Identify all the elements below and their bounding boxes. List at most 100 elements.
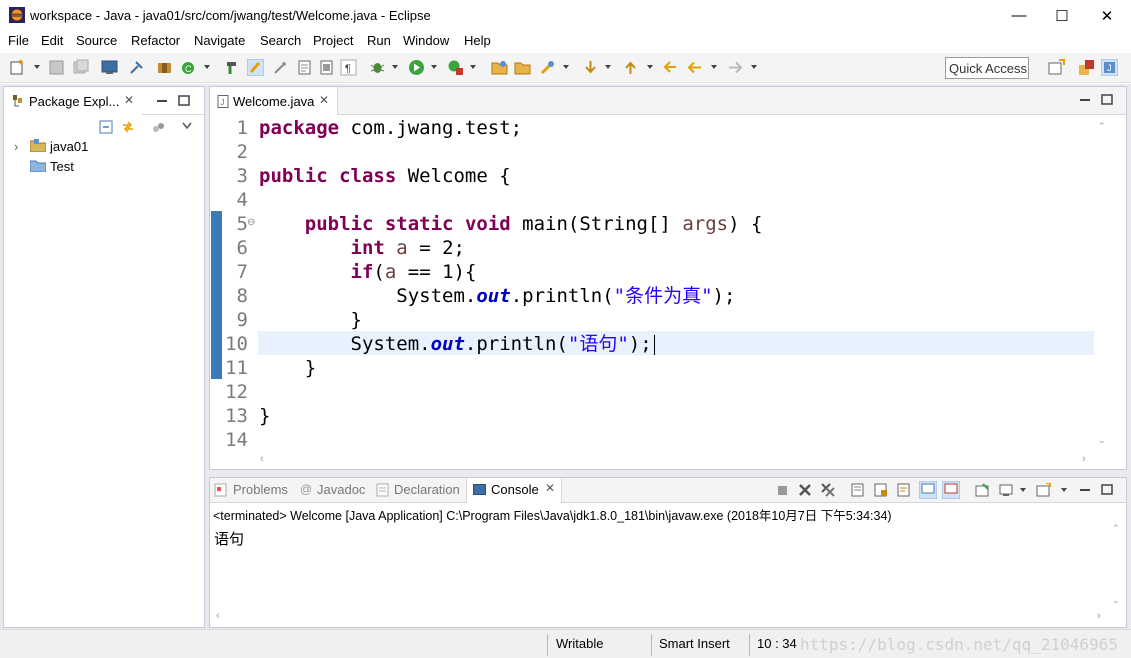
tab-package-explorer[interactable]: Package Expl... ✕ [4, 87, 142, 115]
word-wrap-icon[interactable] [897, 483, 911, 497]
java-ee-perspective-icon[interactable] [1078, 59, 1095, 76]
chevron-down-icon[interactable] [431, 65, 437, 69]
code-line-7[interactable]: if(a == 1){ [259, 260, 477, 284]
clear-console-icon[interactable] [851, 483, 865, 497]
scroll-up-icon[interactable]: ⌃ [1098, 121, 1106, 132]
pin-icon[interactable] [128, 59, 145, 76]
chevron-down-icon[interactable] [1061, 488, 1067, 492]
debug-icon[interactable] [369, 59, 386, 76]
back-arrow-icon[interactable] [686, 59, 703, 76]
save-icon[interactable] [48, 59, 65, 76]
menu-file[interactable]: File [8, 33, 29, 48]
menu-edit[interactable]: Edit [41, 33, 63, 48]
maximize-view-icon[interactable] [1101, 484, 1113, 496]
remove-all-terminated-icon[interactable] [820, 482, 836, 498]
close-icon[interactable]: ✕ [124, 93, 134, 107]
close-icon[interactable]: ✕ [545, 481, 555, 495]
tab-declaration[interactable]: Declaration [394, 482, 460, 497]
vertical-scrollbar[interactable]: ⌃ ⌄ [1096, 117, 1110, 452]
show-on-stderr-icon[interactable] [942, 481, 960, 499]
chevron-down-icon[interactable] [751, 65, 757, 69]
menu-refactor[interactable]: Refactor [131, 33, 180, 48]
menu-project[interactable]: Project [313, 33, 353, 48]
chevron-down-icon[interactable] [605, 65, 611, 69]
brush-icon[interactable] [272, 59, 289, 76]
chevron-down-icon[interactable] [711, 65, 717, 69]
document-icon[interactable] [296, 59, 313, 76]
open-console-icon[interactable] [1036, 483, 1051, 497]
collapse-all-icon[interactable] [99, 120, 113, 134]
remove-launch-icon[interactable] [798, 483, 812, 497]
status-insert-mode[interactable]: Smart Insert [659, 636, 730, 651]
open-type-icon[interactable] [225, 59, 242, 76]
package-icon[interactable] [156, 59, 173, 76]
menu-help[interactable]: Help [464, 33, 491, 48]
next-annotation-icon[interactable] [582, 59, 599, 76]
horizontal-scrollbar[interactable]: ‹ › [258, 453, 1096, 467]
console-vertical-scrollbar[interactable]: ⌃ ⌄ [1109, 523, 1125, 609]
chevron-down-icon[interactable] [34, 65, 40, 69]
chevron-down-icon[interactable] [204, 65, 210, 69]
open-perspective-icon[interactable] [1048, 59, 1065, 76]
tree-item-test[interactable]: Test [50, 159, 74, 174]
tree-item-java01[interactable]: java01 [50, 139, 88, 154]
maximize-view-icon[interactable] [1101, 94, 1113, 106]
focus-task-icon[interactable] [152, 121, 166, 134]
scroll-lock-icon[interactable] [874, 483, 888, 497]
chevron-down-icon[interactable] [1020, 488, 1026, 492]
menu-run[interactable]: Run [367, 33, 391, 48]
code-line-3[interactable]: public class Welcome { [259, 164, 511, 188]
maximize-view-icon[interactable] [178, 95, 190, 107]
fold-toggle-icon[interactable]: ⊖ [247, 217, 255, 228]
terminate-icon[interactable] [776, 484, 789, 497]
scroll-down-icon[interactable]: ⌄ [1098, 435, 1106, 446]
show-whitespace-icon[interactable]: ¶ [340, 59, 357, 76]
tab-welcome-java[interactable]: J Welcome.java ✕ [210, 87, 338, 115]
prev-annotation-icon[interactable] [622, 59, 639, 76]
scroll-left-icon[interactable]: ‹ [260, 453, 264, 465]
block-selection-icon[interactable] [318, 59, 335, 76]
show-on-stdout-icon[interactable] [919, 481, 937, 499]
code-line-11[interactable]: } [259, 356, 316, 380]
scroll-down-icon[interactable]: ⌄ [1112, 595, 1120, 606]
minimize-view-icon[interactable] [1079, 94, 1091, 106]
code-line-10[interactable]: System.out.println("语句"); [259, 332, 655, 356]
menu-window[interactable]: Window [403, 33, 449, 48]
open-folder-icon[interactable] [491, 59, 508, 76]
quick-access-input[interactable]: Quick Access [945, 57, 1029, 79]
minimize-view-icon[interactable] [156, 95, 168, 107]
menu-source[interactable]: Source [76, 33, 117, 48]
minimize-view-icon[interactable] [1079, 484, 1091, 496]
console-horizontal-scrollbar[interactable]: ‹ › [212, 610, 1109, 625]
link-with-editor-icon[interactable] [121, 120, 135, 134]
run-icon[interactable] [408, 59, 425, 76]
search-icon[interactable] [539, 59, 556, 76]
pin-console-icon[interactable] [975, 483, 990, 497]
last-edit-icon[interactable] [662, 59, 679, 76]
scroll-right-icon[interactable]: › [1097, 610, 1101, 622]
chevron-down-icon[interactable] [392, 65, 398, 69]
tab-problems[interactable]: Problems [233, 482, 288, 497]
chevron-down-icon[interactable] [470, 65, 476, 69]
console-output[interactable]: 语句 [214, 528, 244, 549]
close-button[interactable]: ✕ [1084, 0, 1130, 31]
code-line-5[interactable]: public static void main(String[] args) { [259, 212, 763, 236]
scroll-left-icon[interactable]: ‹ [216, 610, 220, 622]
menu-search[interactable]: Search [260, 33, 301, 48]
minimize-button[interactable]: — [996, 0, 1042, 31]
code-line-9[interactable]: } [259, 308, 362, 332]
display-console-icon[interactable] [999, 483, 1014, 497]
folder-icon[interactable] [514, 59, 531, 76]
new-icon[interactable] [9, 59, 26, 76]
new-class-icon[interactable]: C [180, 59, 197, 76]
chevron-down-icon[interactable] [647, 65, 653, 69]
tab-console[interactable]: Console ✕ [466, 478, 562, 503]
chevron-down-icon[interactable] [563, 65, 569, 69]
external-tools-icon[interactable] [447, 59, 464, 76]
code-line-13[interactable]: } [259, 404, 270, 428]
terminal-icon[interactable] [101, 59, 118, 76]
java-perspective-icon[interactable]: J [1101, 59, 1118, 76]
save-all-icon[interactable] [72, 59, 89, 76]
code-line-8[interactable]: System.out.println("条件为真"); [259, 284, 735, 308]
forward-arrow-icon[interactable] [727, 59, 744, 76]
